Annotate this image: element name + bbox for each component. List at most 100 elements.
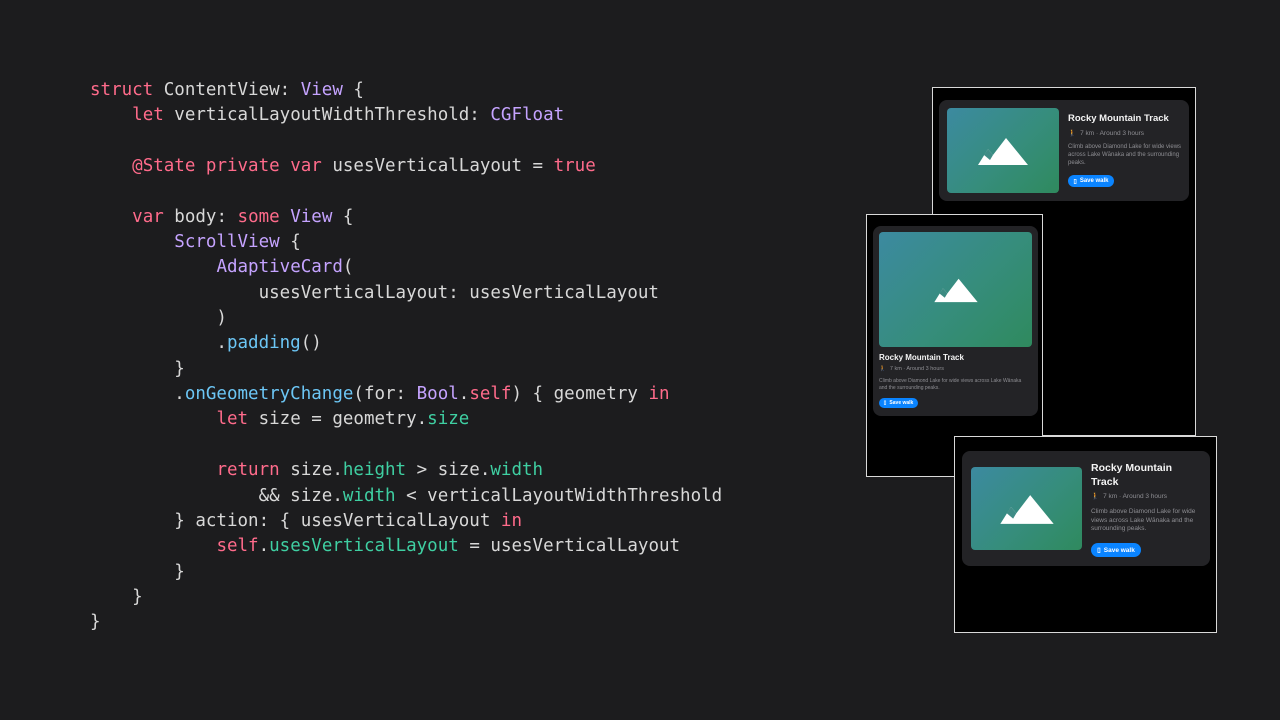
save-walk-label: Save walk [1079,178,1109,184]
code-line: self.usesVerticalLayout = usesVerticalLa… [90,534,722,559]
code-token: true [553,156,596,177]
code-line: .padding() [90,331,722,356]
save-walk-label: Save walk [889,400,914,406]
code-token: width [490,460,544,481]
card-meta: 🚶 7 km · Around 3 hours [879,366,944,372]
card-image [947,108,1059,193]
card-meta-text: 7 km · Around 3 hours [1103,492,1168,500]
card-title: Rocky Mountain Track [879,353,964,362]
save-walk-button[interactable]: ▯ Save walk [1091,543,1141,557]
hiking-figure-icon: 🚶 [1068,130,1077,137]
code-line: } [90,610,722,635]
mountain-icon [999,494,1054,524]
code-token: < verticalLayoutWidthThreshold [395,485,723,506]
code-line: } [90,357,722,382]
code-token: } [90,612,101,633]
code-token: && size. [90,485,343,506]
code-token: onGeometryChange [184,384,354,405]
code-token: in [648,384,670,405]
code-token: ) [90,308,227,329]
code-token: AdaptiveCard [216,257,343,278]
code-token: CGFloat [490,105,565,126]
code-token: } [90,358,185,379]
code-token: { [342,80,364,100]
code-line: return size.height > size.width [90,458,722,483]
code-token: usesVerticalLayout = [321,156,554,177]
code-token: View [300,80,343,100]
code-token: { [279,232,301,253]
save-walk-button[interactable]: ▯ Save walk [879,398,918,408]
code-line: AdaptiveCard( [90,255,722,280]
code-line: } [90,585,722,610]
code-token: (for: [353,384,417,405]
preview-frame-large: Rocky Mountain Track 🚶 7 km · Around 3 h… [954,436,1217,633]
code-token: usesVerticalLayout [269,536,459,557]
code-token: } action: { usesVerticalLayout [90,510,501,531]
code-token: ContentView: [153,80,301,100]
code-token: padding [226,333,301,354]
code-token: } [90,586,143,607]
code-token: . [258,536,270,557]
code-line: struct ContentView: View { [90,78,722,103]
card-image [971,467,1082,550]
code-token: . [90,333,227,354]
code-token: ) { geometry [511,384,649,405]
code-token: . [458,384,470,405]
card-meta-text: 7 km · Around 3 hours [889,366,944,372]
mountain-icon [978,137,1028,165]
code-line: @State private var usesVerticalLayout = … [90,154,722,179]
code-token: body: [163,206,238,227]
card-title: Rocky Mountain Track [1091,462,1173,488]
code-line: .onGeometryChange(for: Bool.self) { geom… [90,382,722,407]
code-token: > size. [406,460,491,481]
hiking-figure-icon: 🚶 [1091,493,1100,500]
code-token: var [132,206,164,227]
code-token: } [90,561,185,582]
code-token: usesVerticalLayout: usesVerticalLayout [90,282,659,303]
code-token: ( [342,257,354,278]
code-token: () [300,333,322,354]
card-meta: 🚶 7 km · Around 3 hours [1091,492,1168,501]
adaptive-card: Rocky Mountain Track 🚶 7 km · Around 3 h… [962,451,1210,566]
bookmark-icon: ▯ [1073,178,1077,185]
code-line: let verticalLayoutWidthThreshold: CGFloa… [90,103,722,128]
code-token: self [469,384,512,405]
code-token: @State private var [132,156,322,177]
code-line: ) [90,306,722,331]
code-token: size [427,409,470,430]
code-line: var body: some View { [90,205,722,230]
code-token: return [216,460,280,481]
mountain-icon [933,278,978,302]
hiking-figure-icon: 🚶 [879,366,886,372]
code-token: height [342,460,407,481]
bookmark-icon: ▯ [883,400,887,406]
code-token: { [332,206,354,227]
code-token: = usesVerticalLayout [458,536,681,557]
code-token: let [132,105,164,126]
card-description: Climb above Diamond Lake for wide views … [879,378,1022,391]
code-token: size = geometry. [248,409,428,430]
code-line: } action: { usesVerticalLayout in [90,509,722,534]
save-walk-button[interactable]: ▯ Save walk [1068,175,1114,187]
code-token: View [290,206,333,227]
card-description: Climb above Diamond Lake for wide views … [1068,144,1182,166]
code-token: width [342,485,396,506]
code-token: some [237,206,280,227]
adaptive-card: Rocky Mountain Track 🚶 7 km · Around 3 h… [873,226,1038,416]
code-token: size. [279,460,343,481]
card-title: Rocky Mountain Track [1068,113,1169,124]
card-description: Climb above Diamond Lake for wide views … [1091,508,1196,533]
code-token: in [500,510,522,531]
code-block: struct ContentView: View { let verticalL… [90,78,722,636]
card-meta: 🚶 7 km · Around 3 hours [1068,129,1144,138]
